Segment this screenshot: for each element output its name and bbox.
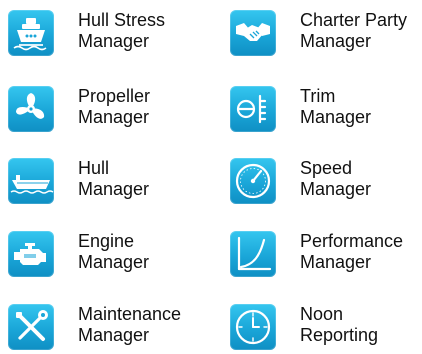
module-label-line1: Hull bbox=[78, 158, 110, 178]
module-label: Engine Manager bbox=[78, 231, 149, 273]
engine-icon bbox=[8, 231, 54, 277]
module-label: Noon Reporting bbox=[300, 304, 378, 346]
module-label-line2: Manager bbox=[78, 31, 150, 51]
module-label-line1: Noon bbox=[300, 304, 344, 324]
module-label-line2: Manager bbox=[300, 31, 372, 51]
module-label-line1: Hull Stress bbox=[78, 10, 166, 30]
hull-icon bbox=[8, 158, 54, 204]
module-label-line2: Manager bbox=[300, 252, 372, 272]
module-label-line2: Manager bbox=[300, 107, 372, 127]
module-label: Speed Manager bbox=[300, 158, 371, 200]
module-grid: Hull Stress Manager Charter Party Manage… bbox=[0, 0, 422, 350]
module-label-line2: Manager bbox=[78, 107, 150, 127]
module-label: Propeller Manager bbox=[78, 86, 150, 128]
module-label-line1: Performance bbox=[300, 231, 404, 251]
module-label: Hull Stress Manager bbox=[78, 10, 165, 52]
handshake-icon bbox=[230, 10, 276, 56]
module-label: Maintenance Manager bbox=[78, 304, 181, 346]
module-label-line1: Maintenance bbox=[78, 304, 182, 324]
tools-icon bbox=[8, 304, 54, 350]
clock-icon bbox=[230, 304, 276, 350]
module-label-line1: Speed bbox=[300, 158, 353, 178]
performance-curve-icon bbox=[230, 231, 276, 277]
speedometer-icon bbox=[230, 158, 276, 204]
module-label-line1: Trim bbox=[300, 86, 336, 106]
module-label-line2: Manager bbox=[300, 179, 372, 199]
module-label-line2: Manager bbox=[78, 179, 150, 199]
module-label: Hull Manager bbox=[78, 158, 149, 200]
module-label-line1: Propeller bbox=[78, 86, 151, 106]
module-label-line1: Engine bbox=[78, 231, 135, 251]
module-label: Charter Party Manager bbox=[300, 10, 407, 52]
propeller-icon bbox=[8, 86, 54, 132]
trim-icon bbox=[230, 86, 276, 132]
module-label-line2: Manager bbox=[78, 252, 150, 272]
module-label: Performance Manager bbox=[300, 231, 403, 273]
module-label: Trim Manager bbox=[300, 86, 371, 128]
module-label-line1: Charter Party bbox=[300, 10, 408, 30]
ship-icon bbox=[8, 10, 54, 56]
